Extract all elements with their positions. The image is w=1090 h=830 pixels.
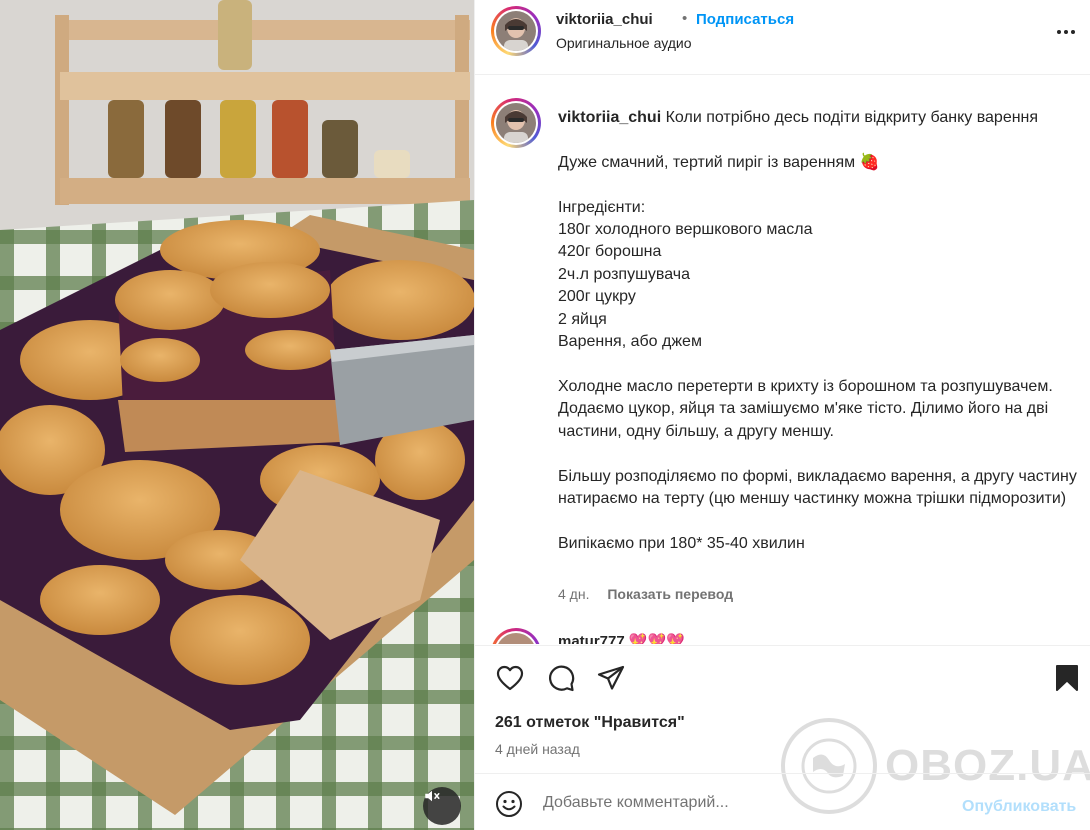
caption-line bbox=[558, 129, 1083, 151]
share-button[interactable] bbox=[595, 662, 627, 694]
author-username[interactable]: viktoriia_chui bbox=[556, 11, 653, 28]
post-media[interactable] bbox=[0, 0, 474, 830]
comment-icon bbox=[549, 665, 575, 692]
comment-text: matur777 💖💖💖 bbox=[558, 633, 685, 644]
caption-line: Дуже смачний, тертий пиріг із варенням 🍓 bbox=[558, 153, 880, 171]
caption-line: Інгредієнти: bbox=[558, 198, 646, 216]
emoji-button[interactable] bbox=[495, 790, 523, 818]
action-bar: 261 отметок "Нравится" 4 дней назад OBOZ… bbox=[475, 645, 1090, 814]
caption-line: Більшу розподіляємо по формі, викладаємо… bbox=[558, 467, 1082, 507]
comment-input[interactable] bbox=[543, 788, 943, 818]
comment-button[interactable] bbox=[545, 662, 577, 694]
more-options-button[interactable] bbox=[1051, 18, 1081, 46]
speaker-muted-icon bbox=[425, 790, 440, 802]
avatar-image bbox=[496, 103, 536, 143]
caption-line: 200г цукру bbox=[558, 288, 636, 306]
caption-line: 2ч.л розпушувача bbox=[558, 265, 691, 283]
caption-line: Випікаємо при 180* 35-40 хвилин bbox=[558, 534, 805, 552]
caption-line: Холодне масло перетерти в крихту із боро… bbox=[558, 377, 1058, 440]
pie-photo bbox=[0, 0, 474, 830]
post-panel: viktoriia_chui • Подписаться Оригинально… bbox=[474, 0, 1090, 830]
avatar-image bbox=[496, 11, 536, 51]
follow-button[interactable]: Подписаться bbox=[696, 11, 794, 28]
emoji-icon bbox=[496, 791, 522, 817]
caption-line: 180г холодного вершкового масла bbox=[558, 221, 813, 239]
caption-line: 2 яйця bbox=[558, 310, 607, 328]
caption-age[interactable]: 4 дн. bbox=[558, 586, 589, 602]
caption-line bbox=[558, 510, 1083, 532]
translate-button[interactable]: Показать перевод bbox=[607, 586, 733, 602]
share-icon bbox=[597, 665, 625, 690]
commenter-avatar[interactable] bbox=[491, 628, 541, 644]
like-button[interactable] bbox=[494, 662, 526, 694]
author-avatar[interactable] bbox=[491, 6, 541, 56]
caption-line bbox=[558, 353, 1083, 375]
audio-label[interactable]: Оригинальное аудио bbox=[556, 35, 692, 51]
caption-meta: 4 дн. Показать перевод bbox=[558, 586, 733, 602]
caption-avatar[interactable] bbox=[491, 98, 541, 148]
comment-bar: Опубликовать bbox=[475, 773, 1090, 830]
comment-item: matur777 💖💖💖 bbox=[491, 628, 1081, 644]
heart-icon bbox=[496, 665, 524, 691]
publish-button[interactable]: Опубликовать bbox=[962, 798, 1076, 816]
caption-username[interactable]: viktoriia_chui bbox=[558, 109, 661, 126]
caption-line bbox=[558, 174, 1083, 196]
caption-line: Варення, або джем bbox=[558, 333, 702, 351]
caption-line bbox=[558, 443, 1083, 465]
separator-dot: • bbox=[682, 10, 688, 27]
more-options-icon bbox=[1057, 30, 1075, 34]
caption-line: Коли потрібно десь подіти відкриту банку… bbox=[665, 109, 1039, 126]
caption-text: viktoriia_chui Коли потрібно десь подіти… bbox=[558, 107, 1083, 555]
post-header: viktoriia_chui • Подписаться Оригинально… bbox=[475, 0, 1090, 75]
bookmark-icon bbox=[1056, 665, 1078, 691]
mute-button[interactable] bbox=[423, 787, 461, 825]
caption-line: 420г борошна bbox=[558, 243, 662, 261]
save-button[interactable] bbox=[1051, 662, 1083, 694]
likes-count[interactable]: 261 отметок "Нравится" bbox=[495, 714, 685, 732]
post-date[interactable]: 4 дней назад bbox=[495, 741, 580, 757]
